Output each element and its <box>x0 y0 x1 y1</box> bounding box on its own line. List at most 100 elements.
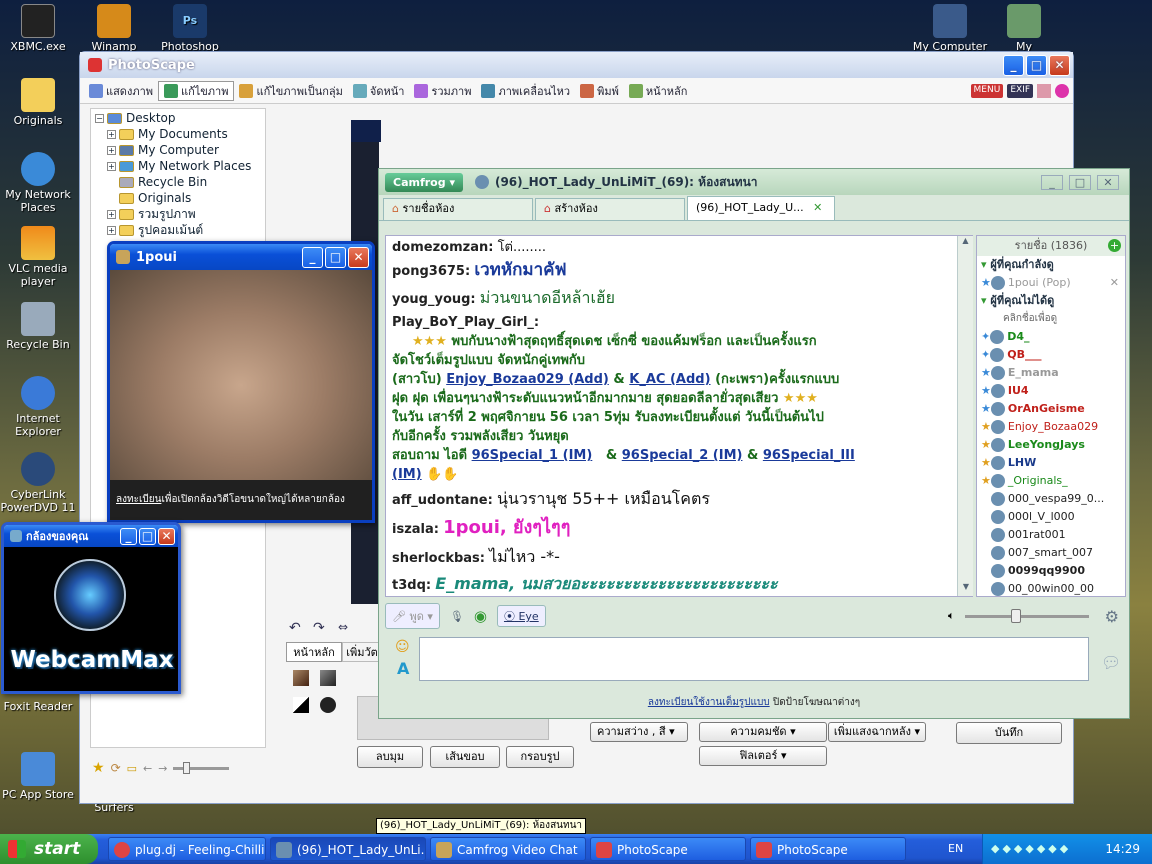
tool-swatch-2[interactable] <box>320 670 336 686</box>
user-list-item[interactable]: ✦ D4_ <box>977 328 1125 346</box>
tab-room-list[interactable]: ⌂ รายชื่อห้อง <box>383 198 533 220</box>
frame-button[interactable]: กรอบรูป <box>506 746 574 768</box>
filter-dropdown[interactable]: ฟิลเตอร์ ▾ <box>699 746 827 766</box>
tree-item-comments[interactable]: + รูปคอมเม้นต์ <box>95 222 261 238</box>
menu-button[interactable]: MENU <box>970 83 1004 98</box>
user-list-item[interactable]: 001rat001 <box>977 526 1125 544</box>
remove-icon[interactable]: ✕ <box>1110 274 1119 292</box>
camfrog-menu-button[interactable]: Camfrog ▾ <box>385 172 463 192</box>
editor-tab-home[interactable]: หน้าหลัก <box>286 642 342 662</box>
eye-button[interactable]: ⦿ Eye <box>496 605 546 627</box>
cyberlink-desktop-icon[interactable]: CyberLink PowerDVD 11 <box>0 452 76 514</box>
minimize-button[interactable]: _ <box>1041 174 1063 190</box>
tab-home[interactable]: หน้าหลัก <box>624 81 693 101</box>
user-list-item[interactable]: 0099qq9900 <box>977 562 1125 580</box>
add-user-link[interactable]: K_AC (Add) <box>629 372 710 387</box>
tool-swatch-3[interactable] <box>293 697 309 713</box>
group-watching[interactable]: ▾ ผู้ที่คุณกำลังดู <box>977 256 1125 274</box>
im-link[interactable]: 96Special_III <box>763 448 855 463</box>
help-icon[interactable] <box>1055 83 1069 98</box>
originals-desktop-icon[interactable]: Originals <box>0 78 76 127</box>
send-bubble-icon[interactable]: 💬︎ <box>1101 653 1121 672</box>
im-link[interactable]: 96Special_2 (IM) <box>622 448 743 463</box>
my-computer-desktop-icon[interactable]: My Computer <box>912 4 988 53</box>
close-button[interactable]: ✕ <box>1097 174 1119 190</box>
maximize-button[interactable]: □ <box>1069 174 1091 190</box>
back-icon[interactable]: ← <box>143 762 152 775</box>
user-list-item[interactable]: ★ LHW <box>977 454 1125 472</box>
add-icon[interactable]: + <box>1108 239 1121 252</box>
network-desktop-icon[interactable]: My Network Places <box>0 152 76 214</box>
user-list-item[interactable]: ★ Enjoy_Bozaa029 <box>977 418 1125 436</box>
tab-animated-gif[interactable]: ภาพเคลื่อนไหว <box>476 81 575 101</box>
tree-item-my-documents[interactable]: + My Documents <box>95 126 261 142</box>
home-icon[interactable] <box>1037 83 1051 98</box>
vlc-desktop-icon[interactable]: VLC media player <box>0 226 76 288</box>
user-list-item[interactable]: ★ _Originals_ <box>977 472 1125 490</box>
flip-icon[interactable]: ⇔ <box>338 620 354 636</box>
chat-scrollbar[interactable]: ▲ ▼ <box>957 236 973 596</box>
group-not-watching[interactable]: ▾ ผู้ที่คุณไม่ได้ดู <box>977 292 1125 310</box>
tab-create-room[interactable]: ⌂ สร้างห้อง <box>535 198 685 220</box>
rotate-left-icon[interactable]: ↶ <box>289 620 305 636</box>
maximize-button[interactable]: □ <box>1026 54 1047 76</box>
register-link[interactable]: ลงทะเบียนใช้งานเต็มรูปแบบ <box>648 697 770 708</box>
user-list-item[interactable]: 000_vespa99_0... <box>977 490 1125 508</box>
im-link[interactable]: (IM) <box>392 467 422 482</box>
ie-desktop-icon[interactable]: Internet Explorer <box>0 376 76 438</box>
message-input[interactable] <box>419 637 1089 681</box>
taskbar-item[interactable]: PhotoScape <box>750 837 906 861</box>
pcapp-desktop-icon[interactable]: PC App Store <box>0 752 76 801</box>
user-list-item[interactable]: 00_00win00_00 <box>977 580 1125 596</box>
minimize-button[interactable]: _ <box>120 527 137 545</box>
tree-item-network[interactable]: + My Network Places <box>95 158 261 174</box>
tool-swatch-1[interactable] <box>293 670 309 686</box>
rotate-right-icon[interactable]: ↷ <box>313 620 329 636</box>
user-list-item[interactable]: ★ 1poui (Pop) ✕ <box>977 274 1125 292</box>
language-indicator[interactable]: EN <box>948 842 963 855</box>
tab-page[interactable]: จัดหน้า <box>348 81 410 101</box>
tab-batch-editor[interactable]: แก้ไขภาพเป็นกลุ่ม <box>234 81 347 101</box>
xbmc-desktop-icon[interactable]: XBMC.exe <box>0 4 76 53</box>
tab-combine[interactable]: รวมภาพ <box>409 81 476 101</box>
tab-print[interactable]: พิมพ์ <box>575 81 624 101</box>
tree-item-desktop[interactable]: − Desktop <box>95 110 261 126</box>
maximize-button[interactable]: □ <box>139 527 156 545</box>
backlight-dropdown[interactable]: เพิ่มแสงฉากหลัง ▾ <box>828 722 926 742</box>
round-corner-button[interactable]: ลบมุม <box>357 746 423 768</box>
user-list-item[interactable]: ★ E_mama <box>977 364 1125 382</box>
tree-item-albums[interactable]: + รวมรูปภาพ <box>95 206 261 222</box>
star-icon[interactable]: ★ <box>92 760 105 776</box>
save-button[interactable]: บันทึก <box>956 722 1062 744</box>
foxit-desktop-icon[interactable]: Foxit Reader <box>0 700 76 713</box>
user-list-item[interactable]: 007_smart_007 <box>977 544 1125 562</box>
brightness-dropdown[interactable]: ความสว่าง , สี ▾ <box>590 722 688 742</box>
tray-icons[interactable]: ◆◆◆◆◆◆◆ <box>991 842 1071 855</box>
exif-button[interactable]: EXIF <box>1007 83 1033 98</box>
start-button[interactable]: start <box>0 834 98 864</box>
close-button[interactable]: ✕ <box>1049 54 1070 76</box>
sharpen-dropdown[interactable]: ความคมชัด ▾ <box>699 722 827 742</box>
tab-viewer[interactable]: แสดงภาพ <box>84 81 158 101</box>
tab-active-room[interactable]: (96)_HOT_Lady_U... ✕ <box>687 196 835 220</box>
taskbar-item[interactable]: plug.dj - Feeling-Chilli... <box>108 837 266 861</box>
maximize-button[interactable]: □ <box>325 246 346 268</box>
tab-close-icon[interactable]: ✕ <box>813 201 822 214</box>
tree-item-recycle-bin[interactable]: Recycle Bin <box>95 174 261 190</box>
photoshop-desktop-icon[interactable]: Ps Photoshop <box>152 4 228 53</box>
taskbar-item[interactable]: PhotoScape <box>590 837 746 861</box>
close-button[interactable]: ✕ <box>158 527 175 545</box>
volume-slider[interactable] <box>964 608 1089 623</box>
user-list-item[interactable]: ★ LeeYongJays <box>977 436 1125 454</box>
winamp-desktop-icon[interactable]: Winamp <box>76 4 152 53</box>
tree-item-my-computer[interactable]: + My Computer <box>95 142 261 158</box>
talk-button[interactable]: 🎤︎ พูด ▾ <box>385 603 440 629</box>
add-user-link[interactable]: Enjoy_Bozaa029 (Add) <box>446 372 609 387</box>
tab-editor[interactable]: แก้ไขภาพ <box>158 80 235 101</box>
tool-swatch-4[interactable] <box>320 697 336 713</box>
close-button[interactable]: ✕ <box>348 246 369 268</box>
im-link[interactable]: 96Special_1 (IM) <box>472 448 593 463</box>
folder-open-icon[interactable]: ▭ <box>127 762 137 775</box>
tree-item-originals[interactable]: Originals <box>95 190 261 206</box>
user-list-item[interactable]: ★ OrAnGeisme <box>977 400 1125 418</box>
